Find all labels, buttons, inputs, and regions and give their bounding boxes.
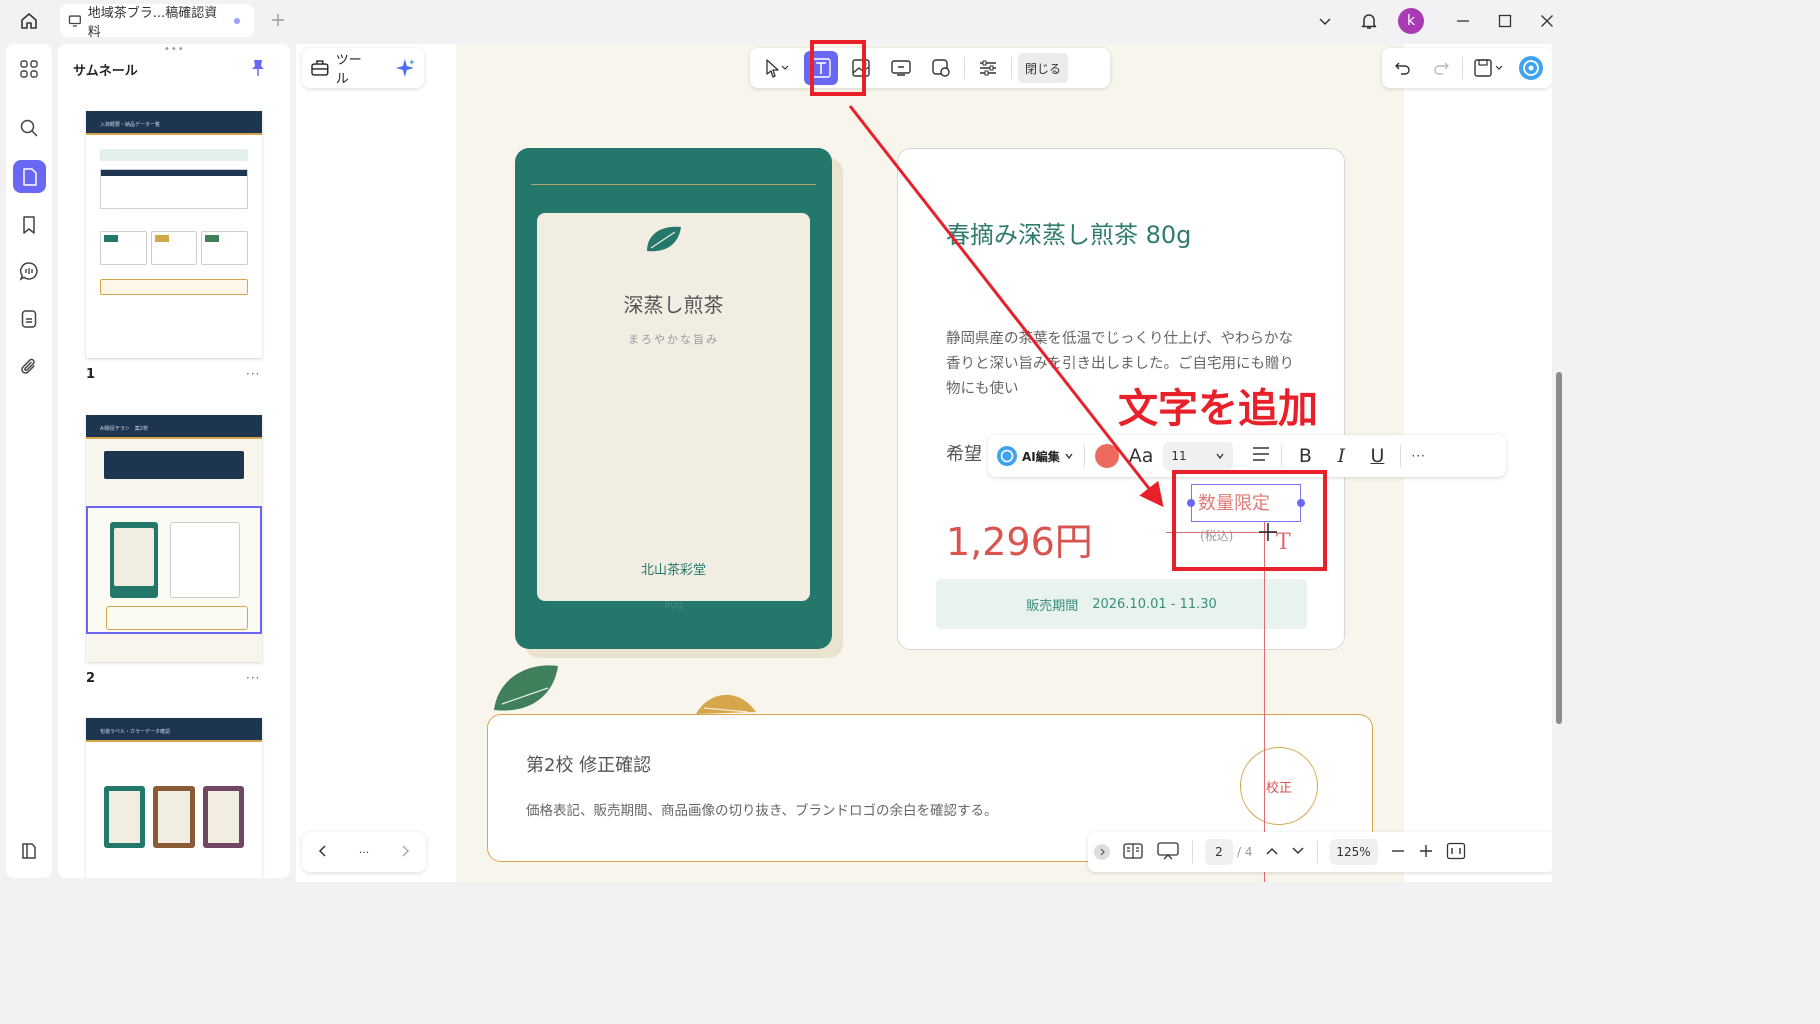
annotation-callout: 文字を追加 xyxy=(1117,385,1319,433)
annotation-arrow xyxy=(848,105,1164,508)
